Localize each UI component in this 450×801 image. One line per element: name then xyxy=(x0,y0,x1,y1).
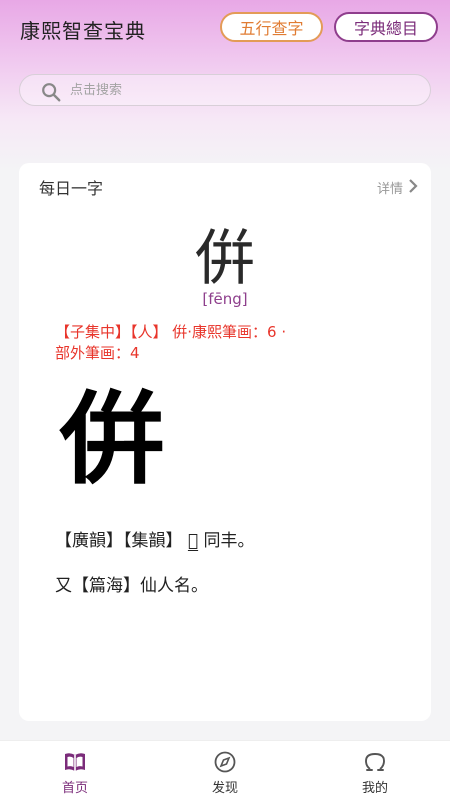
search-icon xyxy=(42,83,61,102)
daily-character-card: 每日一字 详情 倂 [fēng] 【子集中】【人】 倂·康熙筆画：6 · 部外筆… xyxy=(19,163,431,721)
character-meta: 【子集中】【人】 倂·康熙筆画：6 · 部外筆画：4 xyxy=(55,322,395,364)
detail-label: 详情 xyxy=(376,182,403,197)
meta-line-1: 【子集中】【人】 倂·康熙筆画：6 · xyxy=(55,323,287,341)
daily-character: 倂 xyxy=(195,224,255,294)
app-title: 康熙智查宝典 xyxy=(20,19,146,43)
linked-character[interactable]: 𠑉 xyxy=(188,531,198,551)
section-title: 每日一字 xyxy=(39,179,104,198)
tab-discover-label: 发现 xyxy=(211,781,238,796)
wuxing-search-button[interactable]: 五行查字 xyxy=(220,12,323,42)
detail-link[interactable]: 详情 xyxy=(376,178,418,197)
tab-mine-label: 我的 xyxy=(361,781,388,796)
compass-icon xyxy=(214,751,236,773)
chevron-right-icon xyxy=(409,179,418,193)
bottom-tab-bar: 首页 发现 我的 xyxy=(0,740,450,801)
search-bar[interactable] xyxy=(19,74,431,106)
tab-home[interactable]: 首页 xyxy=(45,751,105,796)
definition-sources: 【廣韻】【集韻】 xyxy=(55,531,183,551)
search-input[interactable] xyxy=(70,79,410,101)
app-header: 康熙智查宝典 五行查字 字典總目 xyxy=(0,0,450,58)
book-icon xyxy=(65,753,85,771)
meta-line-2: 部外筆画：4 xyxy=(55,344,140,362)
person-icon xyxy=(365,753,385,771)
definition-text: 同丰。 xyxy=(203,531,255,551)
definition-line-1: 【廣韻】【集韻】 𠑉 同丰。 xyxy=(55,526,255,551)
dictionary-index-button[interactable]: 字典總目 xyxy=(334,12,438,42)
calligraphy-character: 倂 xyxy=(59,380,165,498)
definition-line-2: 又【篇海】仙人名。 xyxy=(55,576,208,596)
character-pinyin: [fēng] xyxy=(202,290,248,308)
tab-discover[interactable]: 发现 xyxy=(195,751,255,796)
tab-home-label: 首页 xyxy=(61,781,88,796)
tab-mine[interactable]: 我的 xyxy=(345,751,405,796)
